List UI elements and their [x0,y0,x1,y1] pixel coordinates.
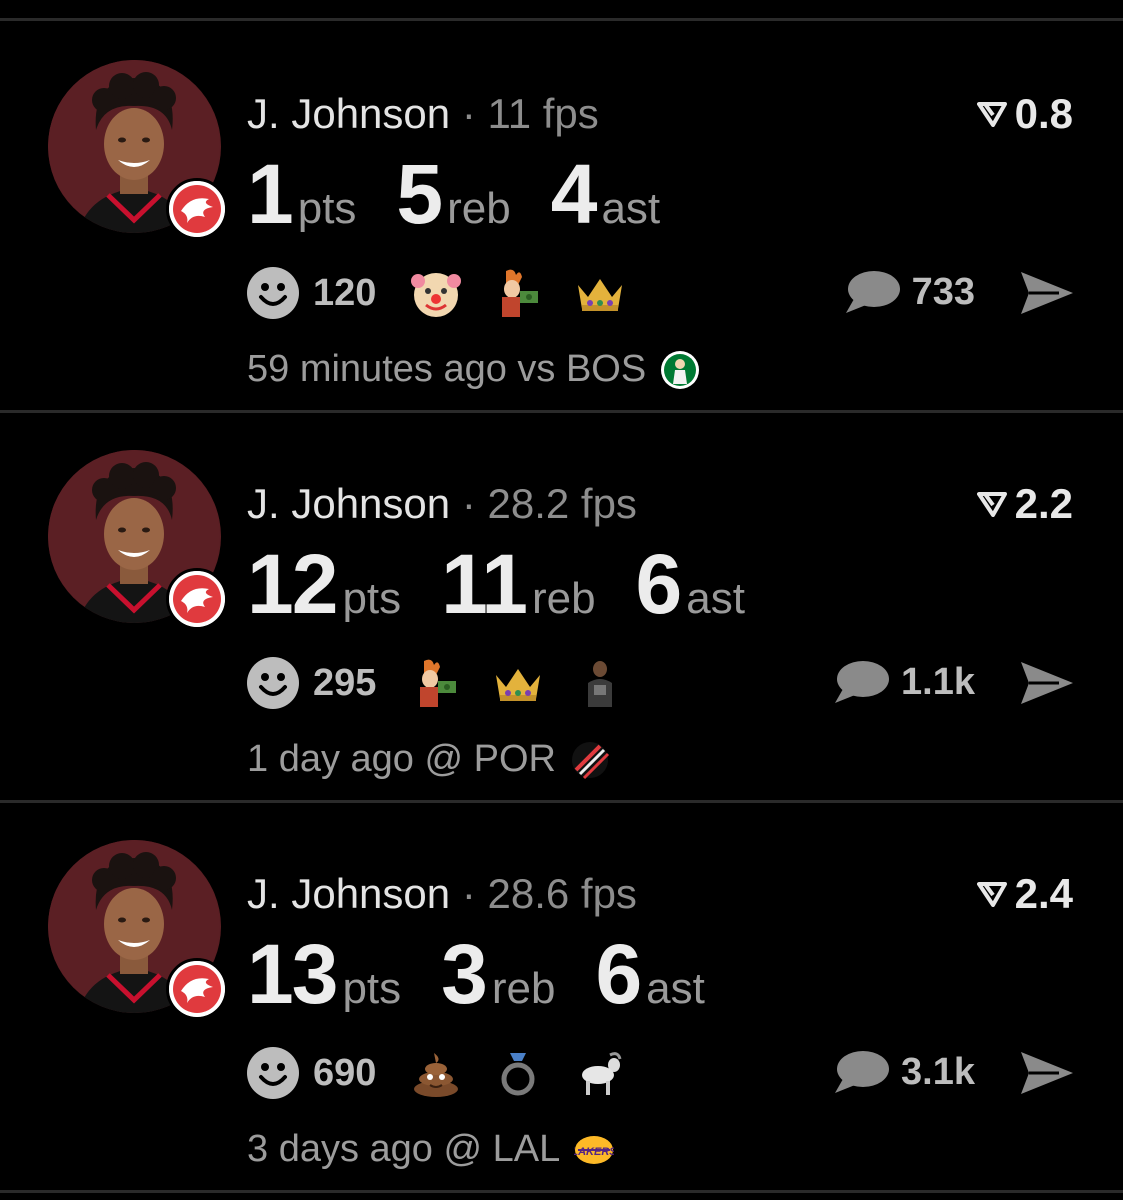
player-avatar[interactable] [48,840,233,1025]
smile-icon[interactable] [247,1047,299,1099]
comment-bubble-icon [845,271,900,313]
triangle-icon [976,102,1007,127]
reactions[interactable]: 295 [247,657,656,709]
stat-unit-ast: ast [646,964,705,1013]
stat-value-pts: 12 [247,537,338,631]
clown-emoji-icon[interactable] [410,267,462,319]
send-icon [1021,272,1073,314]
comment-bubble-icon [835,661,890,703]
blazers-logo [570,740,610,780]
comment-count: 1.1k [901,660,975,703]
stat-line: 12 pts 11 reb 6 ast [247,536,785,633]
comment-count: 3.1k [901,1050,975,1093]
crown-emoji-icon[interactable] [492,657,544,709]
fantasy-points: 28.2 fps [487,480,637,527]
stat-unit-ast: ast [601,184,661,233]
hawks-logo [166,568,228,630]
celtics-logo [660,350,700,390]
reaction-emojis [410,1047,656,1099]
name-separator: · [461,90,476,137]
comment-bubble-icon [835,1051,890,1093]
poop-emoji-icon[interactable] [410,1047,462,1099]
top-divider [0,18,1123,21]
reaction-count: 690 [313,1051,377,1094]
lakers-logo: LAKERS [572,1130,618,1170]
fantasy-points: 28.6 fps [487,870,637,917]
stat-value-ast: 4 [550,147,598,241]
stat-unit-pts: pts [342,964,402,1013]
player-header[interactable]: J. Johnson · 11 fps [247,90,599,138]
game-card-3[interactable]: J. Johnson · 28.6 fps 2.4 13 pts 3 reb 6 ast … [0,802,1123,1190]
name-separator: · [461,870,476,917]
bottom-divider [0,1190,1123,1193]
stat-value-ast: 6 [635,537,683,631]
stat-line: 1 pts 5 reb 4 ast [247,146,700,243]
game-card-2[interactable]: J. Johnson · 28.2 fps 2.2 12 pts 11 reb 6 ast… [0,412,1123,800]
stat-value-reb: 5 [396,147,443,241]
rating-value: 0.8 [1014,90,1073,137]
share-button[interactable] [1019,1050,1075,1101]
share-button[interactable] [1019,660,1075,711]
time-ago: 1 day ago @ POR [247,738,556,780]
ring-emoji-icon[interactable] [492,1047,544,1099]
time-ago: 59 minutes ago vs BOS [247,348,647,390]
triangle-icon [976,492,1007,517]
stat-value-pts: 1 [247,147,294,241]
stat-unit-reb: reb [447,184,511,233]
fantasy-points: 11 fps [487,90,599,137]
stat-unit-pts: pts [342,574,402,623]
player-header[interactable]: J. Johnson · 28.6 fps [247,870,637,918]
player-emoji-icon[interactable] [574,657,626,709]
crown-emoji-icon[interactable] [574,267,626,319]
reactions[interactable]: 120 [247,267,656,319]
rating: 2.4 [976,870,1073,918]
stat-value-ast: 6 [595,927,642,1021]
rating-value: 2.4 [1014,870,1073,917]
smile-icon[interactable] [247,267,299,319]
reaction-emojis [410,267,656,319]
smile-icon[interactable] [247,657,299,709]
hawks-logo [166,178,228,240]
fry-money-emoji-icon[interactable] [410,657,462,709]
fry-money-emoji-icon[interactable] [492,267,544,319]
time-ago: 3 days ago @ LAL [247,1128,561,1170]
rating: 2.2 [976,480,1073,528]
stat-value-reb: 3 [441,927,488,1021]
stat-unit-ast: ast [686,574,745,623]
stat-value-pts: 13 [247,927,338,1021]
stat-value-reb: 11 [441,537,528,631]
game-meta: 1 day ago @ POR [247,738,610,781]
comments-button[interactable]: 3.1k [833,1049,975,1095]
game-meta: 59 minutes ago vs BOS [247,348,700,391]
stat-unit-reb: reb [531,574,596,623]
player-avatar[interactable] [48,60,233,245]
game-card-1[interactable]: J. Johnson · 11 fps 0.8 1 pts 5 reb 4 ast 120… [0,22,1123,410]
stat-unit-pts: pts [297,184,357,233]
triangle-icon [976,882,1007,907]
game-meta: 3 days ago @ LAL LAKERS [247,1128,618,1171]
share-button[interactable] [1019,270,1075,321]
player-header[interactable]: J. Johnson · 28.2 fps [247,480,637,528]
reaction-count: 120 [313,271,377,314]
reaction-count: 295 [313,661,377,704]
comments-button[interactable]: 733 [844,269,975,315]
reaction-emojis [410,657,656,709]
name-separator: · [461,480,476,527]
stat-unit-reb: reb [491,964,556,1013]
stat-line: 13 pts 3 reb 6 ast [247,926,745,1023]
rating-value: 2.2 [1014,480,1073,527]
hawks-logo [166,958,228,1020]
send-icon [1021,662,1073,704]
reactions[interactable]: 690 [247,1047,656,1099]
comments-button[interactable]: 1.1k [833,659,975,705]
send-icon [1021,1052,1073,1094]
player-avatar[interactable] [48,450,233,635]
rating: 0.8 [976,90,1073,138]
svg-text:LAKERS: LAKERS [574,1146,614,1158]
goat-emoji-icon[interactable] [574,1047,626,1099]
player-name[interactable]: J. Johnson [247,870,450,917]
player-name[interactable]: J. Johnson [247,90,450,137]
comment-count: 733 [911,270,975,313]
player-name[interactable]: J. Johnson [247,480,450,527]
